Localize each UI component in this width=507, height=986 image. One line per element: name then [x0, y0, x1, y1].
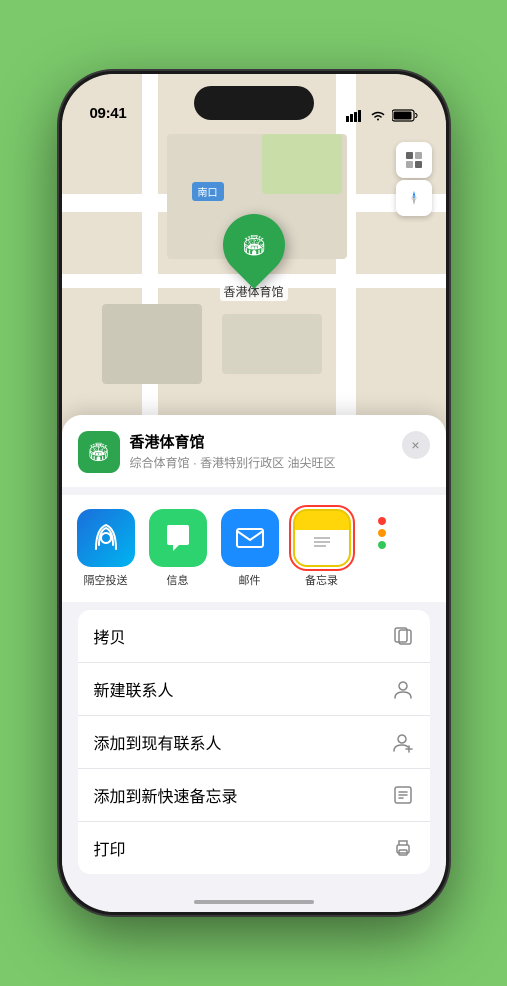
messages-label: 信息: [167, 572, 189, 588]
action-list: 拷贝 新建联系人: [78, 610, 430, 874]
mail-svg: [235, 527, 265, 549]
map-type-icon: [405, 151, 423, 169]
airdrop-app-item[interactable]: 隔空投送: [74, 509, 138, 588]
pin-icon: 🏟: [241, 233, 266, 258]
signal-icon: [346, 110, 364, 122]
airdrop-svg: [91, 523, 121, 553]
compass-icon: [405, 189, 423, 207]
messages-svg: [163, 523, 193, 553]
close-button[interactable]: ×: [402, 431, 430, 459]
dot-green: [378, 541, 386, 549]
pin-circle: 🏟: [210, 201, 298, 289]
venue-icon: 🏟: [78, 431, 120, 473]
map-label: 南口: [192, 182, 224, 201]
mail-label: 邮件: [239, 572, 261, 588]
add-existing-icon: [392, 731, 414, 753]
map-type-button[interactable]: [396, 142, 432, 178]
close-icon: ×: [411, 437, 419, 453]
copy-icon: [392, 625, 414, 647]
map-block-2: [102, 304, 202, 384]
wifi-icon: [370, 110, 386, 122]
add-note-label: 添加到新快速备忘录: [94, 783, 238, 807]
copy-label: 拷贝: [94, 624, 126, 648]
phone-screen: 09:41: [62, 74, 446, 912]
mail-app-item[interactable]: 邮件: [218, 509, 282, 588]
add-note-icon: [392, 784, 414, 806]
more-apps-indicator[interactable]: [362, 517, 402, 549]
print-icon: [392, 837, 414, 859]
airdrop-label: 隔空投送: [84, 572, 128, 588]
more-dots: [378, 517, 386, 549]
add-note-action[interactable]: 添加到新快速备忘录: [78, 769, 430, 822]
print-action[interactable]: 打印: [78, 822, 430, 874]
add-existing-action[interactable]: 添加到现有联系人: [78, 716, 430, 769]
airdrop-icon: [77, 509, 135, 567]
dot-orange: [378, 529, 386, 537]
notes-svg: [306, 520, 338, 556]
mail-icon: [221, 509, 279, 567]
new-contact-label: 新建联系人: [94, 677, 174, 701]
messages-app-item[interactable]: 信息: [146, 509, 210, 588]
new-contact-action[interactable]: 新建联系人: [78, 663, 430, 716]
home-indicator: [194, 900, 314, 904]
notes-app-item[interactable]: 备忘录: [290, 509, 354, 588]
map-controls: [396, 142, 432, 216]
dot-red: [378, 517, 386, 525]
new-contact-icon: [392, 678, 414, 700]
location-header: 🏟 香港体育馆 综合体育馆 · 香港特别行政区 油尖旺区 ×: [62, 415, 446, 487]
map-block-3: [222, 314, 322, 374]
bottom-sheet: 🏟 香港体育馆 综合体育馆 · 香港特别行政区 油尖旺区 ×: [62, 415, 446, 912]
share-apps-container: 隔空投送 信息: [62, 495, 446, 602]
dynamic-island: [194, 86, 314, 120]
status-time: 09:41: [90, 105, 127, 122]
notes-label: 备忘录: [305, 572, 338, 588]
notes-icon: [293, 509, 351, 567]
venue-name: 香港体育馆: [130, 431, 392, 452]
map-green-area: [262, 134, 342, 194]
print-label: 打印: [94, 836, 126, 860]
venue-info: 香港体育馆 综合体育馆 · 香港特别行政区 油尖旺区: [130, 431, 392, 471]
messages-icon: [149, 509, 207, 567]
location-pin: 🏟 香港体育馆: [219, 214, 287, 301]
phone-frame: 09:41: [59, 71, 449, 915]
status-icons: [346, 109, 418, 122]
location-button[interactable]: [396, 180, 432, 216]
copy-action[interactable]: 拷贝: [78, 610, 430, 663]
venue-description: 综合体育馆 · 香港特别行政区 油尖旺区: [130, 454, 392, 471]
battery-icon: [392, 109, 418, 122]
add-existing-label: 添加到现有联系人: [94, 730, 222, 754]
share-apps-row: 隔空投送 信息: [74, 509, 434, 588]
